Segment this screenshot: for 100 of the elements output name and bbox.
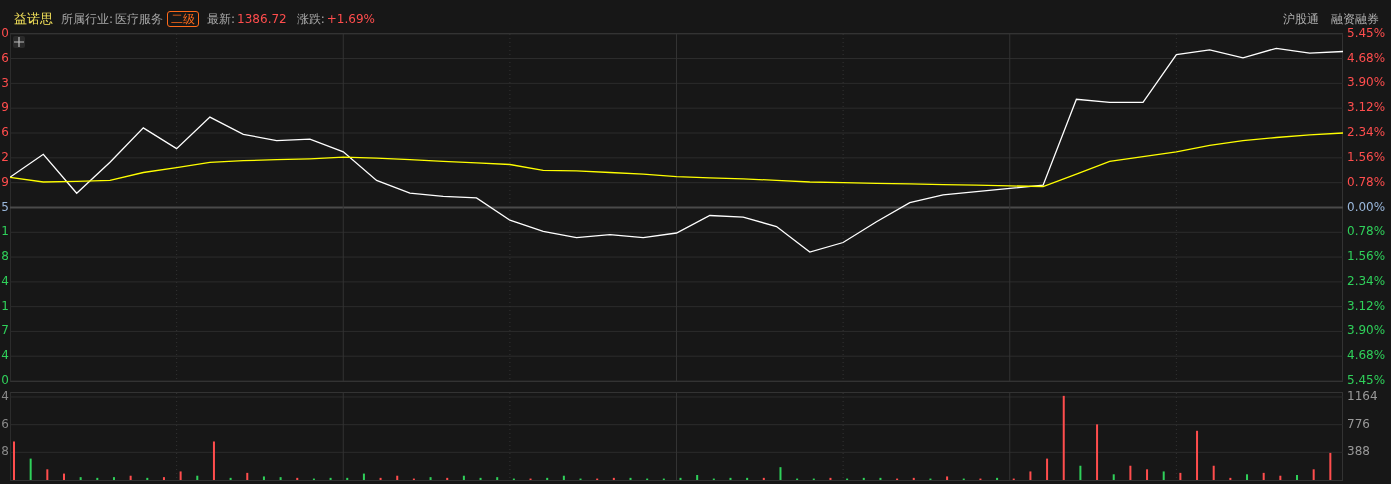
volume-bar	[1112, 474, 1115, 480]
volume-bar	[1046, 458, 1049, 480]
volume-bar	[396, 475, 399, 480]
volume-bar	[1162, 471, 1165, 480]
volume-bar	[862, 477, 865, 480]
volume-bar	[546, 477, 549, 480]
change-label: 涨跌:	[296, 10, 325, 28]
volume-bar	[379, 477, 382, 480]
volume-bar	[1279, 475, 1282, 480]
industry-label: 所属行业:	[61, 10, 114, 28]
volume-bar	[279, 477, 282, 480]
volume-bar	[729, 477, 732, 480]
volume-bar	[1312, 469, 1315, 480]
industry-name: 医疗服务	[115, 10, 164, 28]
axis-label: 0.78%	[1347, 223, 1386, 240]
axis-label: 388	[1347, 443, 1370, 460]
volume-bar	[96, 477, 99, 480]
volume-bar	[129, 475, 132, 480]
volume-bar	[1196, 430, 1199, 480]
volume-bar	[762, 477, 765, 480]
volume-bar	[1029, 471, 1032, 480]
volume-bar	[479, 477, 482, 480]
volume-bar	[212, 441, 215, 480]
header-link[interactable]: 沪股通	[1283, 10, 1319, 28]
latest-price: 1386.72	[237, 12, 287, 26]
volume-bar	[1329, 452, 1332, 480]
volume-bar	[79, 477, 82, 480]
axis-label: 5.45%	[1347, 25, 1386, 41]
volume-bar	[496, 477, 499, 480]
volume-bar	[1096, 424, 1099, 480]
volume-bar	[912, 477, 915, 480]
axis-label: 4.68%	[1347, 49, 1386, 66]
axis-label: 1	[1, 223, 9, 240]
volume-bar	[446, 477, 449, 480]
volume-bar	[1129, 465, 1132, 480]
axis-label: 0	[1, 372, 9, 388]
volume-bar	[946, 476, 949, 480]
axis-label: 2	[1, 148, 9, 165]
volume-bar	[29, 458, 32, 480]
axis-label: 9	[1, 173, 9, 190]
volume-bar	[262, 476, 265, 480]
axis-label: 2.34%	[1347, 272, 1386, 289]
volume-bar	[429, 477, 432, 480]
axis-label: 4	[1, 272, 9, 289]
volume-bar	[1246, 474, 1249, 480]
axis-label: 1	[1, 297, 9, 314]
volume-bar	[696, 475, 699, 480]
axis-label: 4.68%	[1347, 347, 1386, 364]
axis-label: 1.56%	[1347, 248, 1386, 265]
axis-label: 1164	[1347, 388, 1378, 404]
volume-bar	[179, 471, 182, 480]
volume-bar	[46, 469, 49, 480]
change-value: +1.69%	[326, 12, 375, 26]
volume-bar	[1179, 472, 1182, 480]
volume-bar	[162, 477, 165, 480]
axis-label: 3.90%	[1347, 322, 1386, 339]
volume-bar	[612, 477, 615, 480]
volume-bar	[629, 477, 632, 480]
axis-label: 0.00%	[1347, 198, 1386, 215]
plus-icon[interactable]	[13, 36, 25, 48]
level-badge[interactable]: 二级	[167, 11, 200, 27]
volume-bar	[1079, 465, 1082, 480]
axis-label: 0.78%	[1347, 173, 1386, 190]
axis-label: 3.12%	[1347, 99, 1386, 116]
axis-label: 8	[1, 443, 9, 460]
volume-bar	[1262, 472, 1265, 480]
volume-bar	[146, 477, 149, 480]
volume-bar	[1229, 477, 1232, 480]
volume-bar	[229, 477, 232, 480]
volume-bar	[329, 477, 332, 480]
volume-bar	[196, 475, 199, 480]
axis-label: 5.45%	[1347, 372, 1386, 388]
axis-label: 9	[1, 99, 9, 116]
axis-label: 4	[1, 388, 9, 404]
axis-label: 776	[1347, 415, 1370, 432]
volume-bar	[346, 477, 349, 480]
axis-label: 0	[1, 25, 9, 41]
axis-label: 5	[1, 198, 9, 215]
axis-label: 6	[1, 124, 9, 141]
volume-bar	[246, 472, 249, 480]
axis-label: 2.34%	[1347, 124, 1386, 140]
volume-bar	[679, 477, 682, 480]
axis-label: 7	[1, 322, 9, 339]
volume-bar	[462, 475, 465, 480]
volume-bar	[362, 473, 365, 480]
volume-bar	[829, 477, 832, 480]
axis-label: 8	[1, 248, 9, 265]
volume-bar	[996, 477, 999, 480]
axis-label: 6	[1, 415, 9, 432]
axis-label: 6	[1, 49, 9, 66]
volume-bar	[746, 477, 749, 480]
axis-label: 1.56%	[1347, 148, 1386, 165]
axis-label: 3	[1, 74, 9, 91]
volume-bar	[779, 467, 782, 480]
volume-bar	[562, 475, 565, 480]
volume-bar	[879, 477, 882, 480]
axis-label: 4	[1, 347, 9, 364]
axis-label: 3.90%	[1347, 74, 1386, 91]
volume-bar	[1212, 465, 1215, 480]
header-link[interactable]: 融资融券	[1331, 10, 1379, 28]
